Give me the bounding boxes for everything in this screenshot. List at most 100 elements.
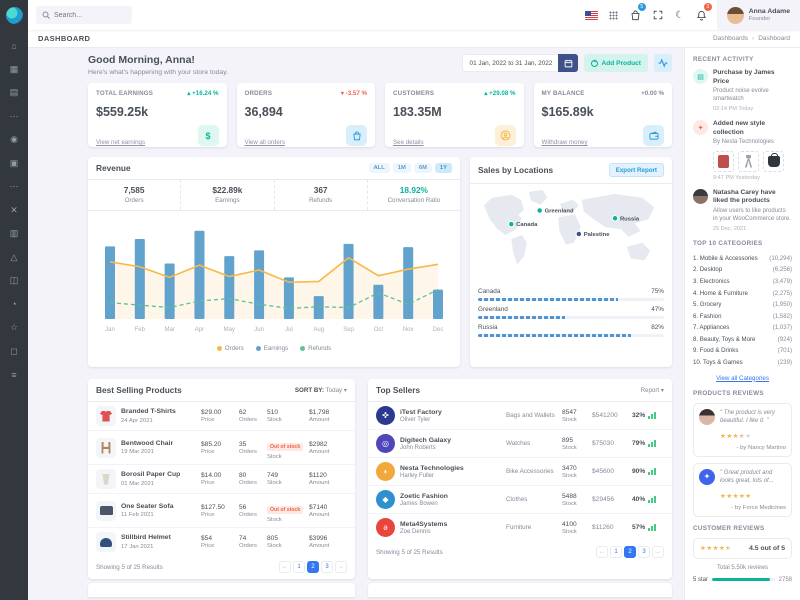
next-page-button[interactable]: → — [652, 546, 664, 558]
page-2-button[interactable]: 2 — [307, 561, 319, 573]
view-all-orders-link[interactable]: View all orders — [245, 139, 285, 146]
mini-bars-icon — [648, 412, 655, 419]
search-icon — [42, 11, 50, 19]
product-thumbnail[interactable] — [713, 151, 734, 172]
pagination: ← 1 2 3 → — [279, 561, 347, 573]
prev-page-button[interactable]: ← — [279, 561, 291, 573]
page-2-button[interactable]: 2 — [624, 546, 636, 558]
calendar-button[interactable] — [558, 54, 578, 72]
category-row: 7. Appliances(1,037) — [693, 322, 792, 334]
five-star-row: 5 star 2758 — [693, 577, 792, 583]
svg-text:Sep: Sep — [343, 327, 354, 333]
language-flag-button[interactable] — [581, 0, 603, 30]
svg-text:Canada: Canada — [516, 222, 538, 228]
cart-button[interactable]: 5 — [625, 0, 647, 30]
menu-more-2-icon[interactable]: ⋯ — [0, 175, 28, 199]
add-product-button[interactable]: + Add Product — [584, 54, 648, 72]
apps-menu-button[interactable] — [603, 0, 625, 30]
svg-text:Jun: Jun — [254, 327, 264, 333]
bell-icon — [696, 10, 707, 21]
menu-more-1-icon[interactable]: ⋯ — [0, 105, 28, 129]
tables-icon[interactable]: ◫ — [0, 269, 28, 293]
product-thumbnail[interactable] — [763, 151, 784, 172]
withdraw-money-link[interactable]: Withdraw money — [542, 139, 588, 146]
next-page-button[interactable]: → — [335, 561, 347, 573]
svg-text:Palestine: Palestine — [584, 232, 610, 238]
seller-logo: ◆ — [376, 490, 395, 509]
charts-icon[interactable]: ◔ — [0, 293, 28, 317]
revenue-chart: JanFebMarAprMayJunJulAugSepOctNovDec — [88, 211, 460, 344]
page-1-button[interactable]: 1 — [610, 546, 622, 558]
maps-icon[interactable]: ◻ — [0, 340, 28, 364]
activity-item: ▤ Purchase by James Price Product noise … — [693, 69, 792, 112]
top-sellers-panel: Top Sellers Report ▾ ✜ iTest FactoryOliv… — [368, 379, 672, 579]
svg-text:Nov: Nov — [403, 327, 414, 333]
apps-icon[interactable]: ▦ — [0, 58, 28, 82]
range-6m[interactable]: 6M — [414, 163, 432, 173]
sidebar-icons: ⌂▦▤⋯◉▣⋯✕▥△◫◔☆◻≡ — [0, 34, 28, 387]
stat-card-total-earnings: TOTAL EARNINGS ▴ +16.24 % $559.25k View … — [88, 83, 227, 147]
dashboards-icon[interactable]: ⌂ — [0, 34, 28, 58]
pages-icon[interactable]: ▣ — [0, 152, 28, 176]
range-all[interactable]: ALL — [369, 163, 390, 173]
search-input[interactable] — [54, 12, 124, 19]
breadcrumb-dashboards[interactable]: Dashboards — [713, 35, 748, 42]
components-icon[interactable]: ✕ — [0, 199, 28, 223]
dark-mode-button[interactable]: ☾ — [669, 0, 691, 30]
activity-shortcut-button[interactable] — [654, 54, 672, 72]
layouts-icon[interactable]: ▤ — [0, 81, 28, 105]
pagination: ← 1 2 3 → — [596, 546, 664, 558]
seller-logo: ◗ — [376, 462, 395, 481]
fullscreen-button[interactable] — [647, 0, 669, 30]
report-dropdown[interactable]: Report ▾ — [641, 387, 664, 394]
authentication-icon[interactable]: ◉ — [0, 128, 28, 152]
view-net-earnings-link[interactable]: View net earnings — [96, 139, 145, 146]
table-row: Branded T-Shirts24 Apr 2021 $29.00Price … — [88, 402, 355, 430]
forms-icon[interactable]: △ — [0, 246, 28, 270]
sofa-thumbnail — [96, 501, 116, 521]
date-range-input[interactable] — [462, 54, 558, 72]
helmet-thumbnail — [96, 532, 116, 552]
multilevel-icon[interactable]: ≡ — [0, 363, 28, 387]
range-1m[interactable]: 1M — [393, 163, 411, 173]
recent-activity-header: RECENT ACTIVITY — [693, 56, 792, 63]
best-selling-panel: Best Selling Products SORT BY: Today ▾ B… — [88, 379, 355, 579]
stat-value: $559.25k — [96, 105, 219, 119]
table-row: ə Meta4SystemsZoe Dennis Furniture 4100S… — [368, 513, 672, 541]
svg-text:Mar: Mar — [164, 327, 174, 333]
export-report-button[interactable]: Export Report — [609, 163, 664, 177]
stat-value: 36,894 — [245, 105, 368, 119]
range-1y[interactable]: 1Y — [435, 163, 452, 173]
app-logo[interactable] — [6, 7, 23, 24]
see-details-link[interactable]: See details — [393, 139, 424, 146]
table-row: Borosil Paper Cup01 Mar 2021 $14.00Price… — [88, 464, 355, 493]
products-reviews-header: PRODUCTS REVIEWS — [693, 390, 792, 397]
mini-bars-icon — [648, 440, 655, 447]
breadcrumb-dashboard: Dashboard — [758, 35, 790, 42]
prev-page-button[interactable]: ← — [596, 546, 608, 558]
page-1-button[interactable]: 1 — [293, 561, 305, 573]
search-box[interactable] — [36, 6, 132, 24]
activity-item: Natasha Carey have liked the products Al… — [693, 189, 792, 232]
table-row: ◆ Zoetic FashionJames Bowen Clothes 5488… — [368, 485, 672, 513]
svg-text:Jul: Jul — [285, 327, 293, 333]
icons-icon[interactable]: ☆ — [0, 316, 28, 340]
page-3-button[interactable]: 3 — [321, 561, 333, 573]
stat-cards: TOTAL EARNINGS ▴ +16.24 % $559.25k View … — [88, 83, 672, 147]
user-menu[interactable]: Anna Adame Founder — [717, 0, 800, 30]
sort-by-dropdown[interactable]: SORT BY: Today ▾ — [295, 387, 347, 394]
bag-icon — [346, 125, 367, 146]
view-all-categories-link[interactable]: View all Categories — [693, 375, 792, 382]
table-row: ◎ Digitech GalaxyJohn Roberts Watches 89… — [368, 429, 672, 457]
page-3-button[interactable]: 3 — [638, 546, 650, 558]
product-thumbnail[interactable] — [738, 151, 759, 172]
notifications-button[interactable]: 3 — [691, 0, 713, 30]
seller-logo: ✜ — [376, 406, 395, 425]
world-map: Greenland Canada Russia Palestine — [470, 184, 672, 281]
product-review-card: " The product is very beautiful. I like … — [693, 403, 792, 457]
right-rail: RECENT ACTIVITY ▤ Purchase by James Pric… — [684, 48, 800, 600]
widgets-icon[interactable]: ▥ — [0, 222, 28, 246]
svg-text:Dec: Dec — [433, 327, 444, 333]
cup-thumbnail — [96, 469, 116, 489]
chair-thumbnail — [96, 438, 116, 458]
